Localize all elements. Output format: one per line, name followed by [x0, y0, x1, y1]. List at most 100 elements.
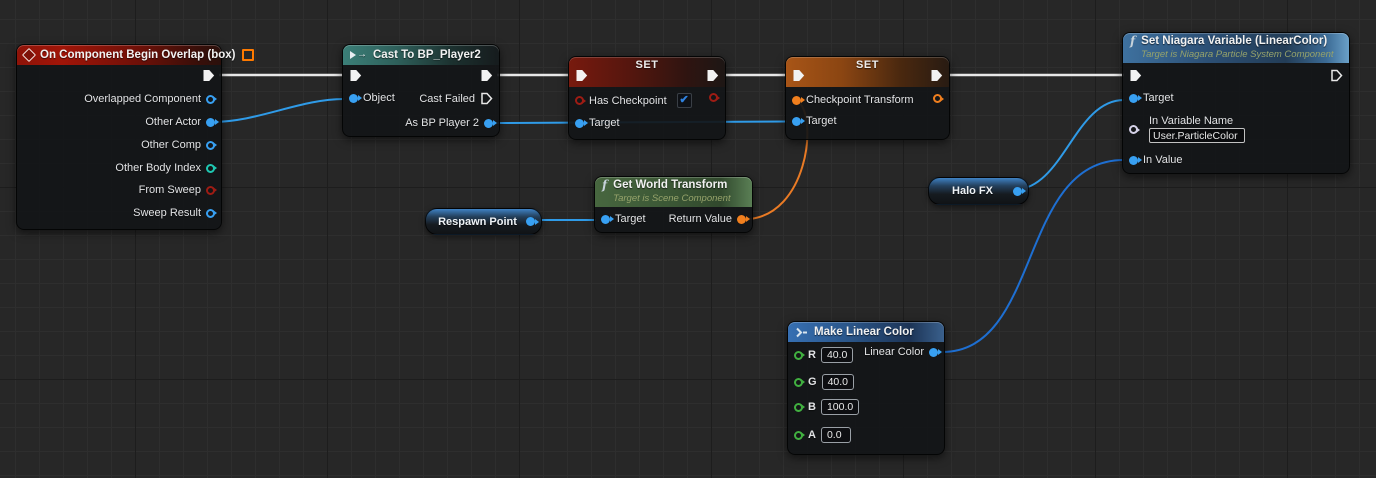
pin-in-variable-name[interactable] [1129, 125, 1138, 134]
blueprint-graph-canvas[interactable]: On Component Begin Overlap (box) Overlap… [0, 0, 1376, 478]
pin-exec-in[interactable] [792, 69, 805, 82]
pin-label: B [808, 401, 816, 413]
node-cast-to-bp-player2[interactable]: → Cast To BP_Player2 Object Cast Failed … [342, 44, 500, 137]
pin-return-value[interactable]: Return Value [669, 213, 746, 225]
node-make-linear-color[interactable]: Make Linear Color R 40.0 Linear Color G … [787, 321, 945, 455]
pin-linear-color-out[interactable]: Linear Color [864, 346, 938, 358]
node-set-niagara-variable[interactable]: f Set Niagara Variable (LinearColor) Tar… [1122, 32, 1350, 174]
pin-from-sweep[interactable]: From Sweep [139, 184, 215, 196]
has-checkpoint-checkbox[interactable]: ✔ [676, 93, 692, 108]
pin-label: Other Body Index [115, 162, 201, 174]
variable-label: Halo FX [952, 185, 993, 197]
pin-exec-out[interactable] [1330, 69, 1343, 82]
variable-label: Respawn Point [438, 215, 517, 228]
object-pin-icon [575, 118, 584, 128]
pin-target[interactable]: Target [792, 115, 837, 127]
variable-name-input[interactable] [1149, 128, 1245, 143]
pin-overlapped-component[interactable]: Overlapped Component [84, 93, 215, 105]
pin-exec-in[interactable] [575, 69, 588, 82]
pin-exec-out[interactable] [930, 69, 943, 82]
node-halo-fx-variable[interactable]: Halo FX [928, 177, 1029, 205]
bool-pin-icon [575, 96, 584, 105]
pin-sweep-result[interactable]: Sweep Result [133, 207, 215, 219]
pin-exec-out[interactable] [706, 69, 719, 82]
node-title: Get World Transform [613, 179, 728, 191]
pin-label: Return Value [668, 213, 732, 225]
pin-target[interactable]: Target [601, 213, 646, 225]
pin-checkpoint-transform[interactable]: Checkpoint Transform [792, 94, 914, 106]
exec-pin-icon [481, 92, 493, 105]
pin-label: In Value [1143, 154, 1183, 166]
pin-label: Overlapped Component [84, 93, 201, 105]
exec-pin-icon [350, 70, 362, 81]
node-header: → Cast To BP_Player2 [343, 45, 499, 65]
pin-other-comp[interactable]: Other Comp [141, 139, 215, 151]
pin-b[interactable]: B 100.0 [794, 399, 860, 415]
pin-g[interactable]: G 40.0 [794, 374, 854, 390]
node-get-world-transform[interactable]: f Get World Transform Target is Scene Co… [594, 176, 753, 233]
node-title: Set Niagara Variable (LinearColor) [1141, 35, 1328, 47]
object-pin-icon [792, 116, 801, 126]
pin-other-body-index[interactable]: Other Body Index [115, 162, 215, 174]
object-pin-icon [206, 94, 215, 104]
g-value-field[interactable]: 40.0 [821, 374, 854, 390]
wire-other-actor-to-object [211, 98, 345, 123]
linearcolor-pin-icon [1129, 155, 1138, 165]
wire-halofx-to-target [1012, 99, 1125, 191]
pin-has-checkpoint-out[interactable] [709, 93, 718, 102]
pin-label: Has Checkpoint [589, 94, 667, 107]
r-value-field[interactable]: 40.0 [820, 347, 854, 363]
node-header: On Component Begin Overlap (box) [17, 45, 254, 65]
object-pin-icon [206, 140, 215, 150]
pin-cast-failed[interactable]: Cast Failed [419, 92, 493, 105]
pin-exec-in[interactable] [349, 69, 362, 82]
pin-exec-out[interactable] [202, 69, 215, 82]
pin-label: Other Comp [141, 139, 201, 151]
pin-r[interactable]: R 40.0 [794, 347, 854, 363]
box-delegate-icon[interactable] [241, 49, 254, 61]
object-pin-icon [601, 214, 610, 224]
pin-label: Cast Failed [419, 92, 475, 105]
pin-as-bp-player2[interactable]: As BP Player 2 [405, 117, 493, 129]
node-title: SET [635, 59, 659, 71]
node-set-checkpoint-transform[interactable]: SET Checkpoint Transform Target [785, 56, 950, 140]
b-value-field[interactable]: 100.0 [820, 399, 860, 415]
transform-pin-icon [933, 94, 942, 103]
pin-label: R [808, 349, 816, 361]
pin-checkpoint-transform-out[interactable] [933, 94, 942, 103]
pin-exec-in[interactable] [1129, 69, 1142, 82]
pin-in-value[interactable]: In Value [1129, 154, 1183, 166]
pin-label: Target [589, 117, 620, 129]
node-on-component-begin-overlap[interactable]: On Component Begin Overlap (box) Overlap… [16, 44, 254, 230]
node-title: Make Linear Color [814, 326, 914, 338]
pin-exec-out[interactable] [480, 69, 493, 82]
object-pin-icon [206, 117, 215, 127]
pin-label: As BP Player 2 [405, 117, 479, 129]
int-pin-icon [206, 163, 215, 173]
node-title: SET [856, 59, 879, 71]
exec-pin-icon [1130, 70, 1142, 81]
pin-object[interactable]: Object [349, 92, 395, 104]
pin-label: Object [363, 92, 395, 104]
a-value-field[interactable]: 0.0 [820, 427, 851, 443]
pin-label: In Variable Name [1149, 115, 1234, 127]
pin-a[interactable]: A 0.0 [794, 427, 851, 443]
pin-label: From Sweep [138, 184, 201, 196]
pin-other-actor[interactable]: Other Actor [145, 116, 215, 128]
function-icon: f [1130, 34, 1136, 48]
pin-target[interactable]: Target [575, 117, 620, 129]
node-respawn-point-variable[interactable]: Respawn Point [425, 208, 542, 235]
float-pin-icon [794, 377, 803, 387]
float-pin-icon [794, 430, 803, 440]
bool-pin-icon [709, 93, 718, 102]
node-header: f Set Niagara Variable (LinearColor) Tar… [1123, 33, 1349, 63]
struct-pin-icon [206, 208, 215, 218]
node-set-has-checkpoint[interactable]: SET Has Checkpoint ✔ Target [568, 56, 726, 140]
function-icon: f [602, 178, 608, 192]
exec-pin-icon [1331, 69, 1343, 82]
pin-has-checkpoint[interactable]: Has Checkpoint ✔ [575, 93, 692, 108]
pin-target[interactable]: Target [1129, 92, 1174, 104]
pin-label: Linear Color [864, 346, 924, 358]
in-variable-name-block: In Variable Name [1149, 115, 1245, 143]
float-pin-icon [794, 350, 803, 360]
